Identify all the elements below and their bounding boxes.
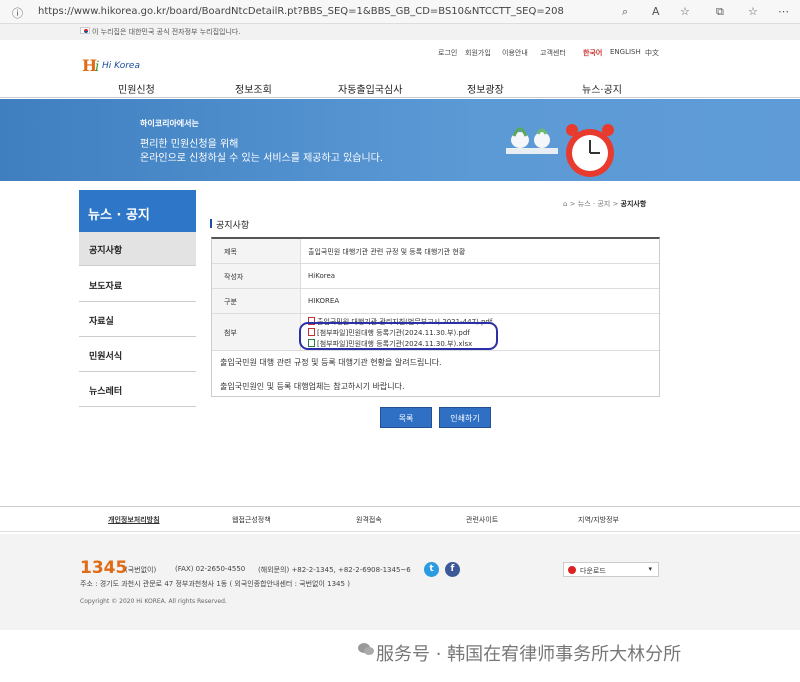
row-label: 구분 bbox=[224, 298, 237, 306]
sidebar-item-label: 민원서식 bbox=[89, 352, 123, 362]
hero-banner bbox=[0, 99, 800, 181]
row-label: 작성자 bbox=[224, 273, 244, 281]
lang-korean[interactable]: 한국어 bbox=[583, 48, 602, 58]
notice-content-line-1: 출입국민원 대행 관련 규정 및 등록 대행기관 현황을 알려드립니다. bbox=[220, 358, 442, 367]
sidebar-item-label: 보도자료 bbox=[89, 282, 123, 292]
nav-info-plaza[interactable]: 정보광장 bbox=[467, 81, 504, 96]
login-link[interactable]: 로그인 bbox=[438, 48, 457, 58]
notice-detail-table: 제목 출입국민원 대행기관 관련 규정 및 등록 대행기관 현황 작성자 HiK… bbox=[211, 237, 660, 397]
copyright: Copyright © 2020 Hi KOREA. All rights Re… bbox=[80, 598, 227, 605]
extensions-icon[interactable]: ⧉ bbox=[716, 5, 724, 19]
table-row: 제목 출입국민원 대행기관 관련 규정 및 등록 대행기관 현황 bbox=[212, 239, 659, 264]
read-aloud-icon[interactable]: A bbox=[652, 5, 660, 18]
chevron-down-icon: ▾ bbox=[648, 565, 652, 573]
call-center-number: 1345 bbox=[80, 558, 128, 578]
breadcrumb: ⌂ > 뉴스 · 공지 > 공지사항 bbox=[563, 200, 647, 208]
download-select[interactable]: 다운로드 ▾ bbox=[563, 562, 659, 577]
breadcrumb-current: 공지사항 bbox=[620, 200, 647, 208]
section-marker bbox=[210, 219, 212, 228]
alarm-clock-illustration bbox=[500, 108, 620, 180]
hikorea-logo[interactable]: H i Hi Korea bbox=[82, 55, 142, 75]
overseas-contact: (해외문의) +82-2-1345, +82-2-6908-1345~6 bbox=[258, 566, 411, 574]
more-menu-icon[interactable]: ⋯ bbox=[778, 5, 789, 18]
notice-category: HIKOREA bbox=[308, 297, 340, 305]
banner-eyebrow: 하이코리아에서는 bbox=[140, 119, 199, 128]
phone-note: (국번없이) bbox=[125, 566, 157, 574]
twitter-icon[interactable]: t bbox=[424, 562, 439, 577]
wechat-icon bbox=[358, 642, 374, 656]
notice-title: 출입국민원 대행기관 관련 규정 및 등록 대행기관 현황 bbox=[308, 248, 466, 256]
notice-author: HiKorea bbox=[308, 272, 336, 280]
sidebar-title: 뉴스 · 공지 bbox=[88, 208, 150, 223]
facebook-icon[interactable]: f bbox=[445, 562, 460, 577]
signup-link[interactable]: 회원가입 bbox=[465, 48, 491, 58]
favorites-list-icon[interactable]: ☆ bbox=[748, 5, 758, 18]
banner-line-2: 온라인으로 신청하실 수 있는 서비스를 제공하고 있습니다. bbox=[140, 153, 384, 164]
row-label: 제목 bbox=[224, 248, 237, 256]
nav-civil-application[interactable]: 민원신청 bbox=[118, 81, 155, 96]
favorite-star-icon[interactable]: ☆ bbox=[680, 5, 690, 18]
korea-flag-icon bbox=[80, 27, 90, 34]
download-label: 다운로드 bbox=[580, 567, 606, 575]
sidebar-item-archive[interactable]: 자료실 bbox=[79, 303, 196, 337]
lang-english[interactable]: ENGLISH bbox=[610, 48, 641, 56]
nav-info-lookup[interactable]: 정보조회 bbox=[235, 81, 272, 96]
zoom-icon[interactable]: ⌕ bbox=[622, 5, 628, 19]
sidebar-item-press[interactable]: 보도자료 bbox=[79, 268, 196, 302]
accessibility-link[interactable]: 웹접근성정책 bbox=[232, 515, 271, 525]
sidebar-item-label: 공지사항 bbox=[89, 246, 123, 256]
watermark-text: 服务号 · 韩国在宥律师事务所大林分所 bbox=[376, 644, 682, 665]
sidebar-item-forms[interactable]: 민원서식 bbox=[79, 338, 196, 372]
lang-chinese[interactable]: 中文 bbox=[645, 48, 659, 58]
table-row: 작성자 HiKorea bbox=[212, 264, 659, 289]
local-gov-link[interactable]: 지역/지방정부 bbox=[578, 515, 619, 525]
remote-access-link[interactable]: 원격접속 bbox=[356, 515, 382, 525]
nav-auto-immigration[interactable]: 자동출입국심사 bbox=[338, 81, 402, 96]
sidebar-item-label: 뉴스레터 bbox=[89, 387, 123, 397]
row-label: 첨부 bbox=[224, 329, 237, 337]
address: 주소 : 경기도 과천시 관문로 47 정부과천청사 1동 ( 외국인종합안내센… bbox=[80, 580, 350, 588]
sidebar-item-label: 자료실 bbox=[89, 317, 114, 327]
page-info-icon[interactable]: ⓘ bbox=[12, 5, 23, 21]
notice-content-line-2: 출입국민원인 및 등록 대행업체는 참고하시기 바랍니다. bbox=[220, 382, 405, 391]
breadcrumb-level1[interactable]: 뉴스 · 공지 bbox=[578, 200, 610, 208]
svg-text:i: i bbox=[95, 59, 99, 75]
guide-link[interactable]: 이용안내 bbox=[502, 48, 528, 58]
banner-line-1: 편리한 민원신청을 위해 bbox=[140, 139, 239, 150]
svg-text:Hi Korea: Hi Korea bbox=[102, 61, 140, 71]
home-icon[interactable]: ⌂ bbox=[563, 200, 567, 208]
sidebar-item-newsletter[interactable]: 뉴스레터 bbox=[79, 373, 196, 407]
print-button[interactable]: 인쇄하기 bbox=[439, 407, 491, 428]
page-title: 공지사항 bbox=[216, 221, 250, 231]
privacy-policy-link[interactable]: 개인정보처리방침 bbox=[108, 515, 160, 525]
list-button[interactable]: 목록 bbox=[380, 407, 432, 428]
sidebar-item-notice[interactable]: 공지사항 bbox=[79, 232, 196, 266]
customer-center-link[interactable]: 고객센터 bbox=[540, 48, 566, 58]
gov-notice-text: 이 누리집은 대한민국 공식 전자정부 누리집입니다. bbox=[92, 28, 241, 36]
address-bar[interactable]: https://www.hikorea.go.kr/board/BoardNtc… bbox=[38, 6, 564, 17]
highlight-circle bbox=[299, 322, 498, 350]
download-icon bbox=[568, 566, 576, 574]
nav-news-notice[interactable]: 뉴스·공지 bbox=[582, 81, 622, 96]
table-row: 구분 HIKOREA bbox=[212, 289, 659, 314]
related-sites-link[interactable]: 관련사이트 bbox=[466, 515, 498, 525]
fax-number: (FAX) 02-2650-4550 bbox=[175, 565, 246, 573]
